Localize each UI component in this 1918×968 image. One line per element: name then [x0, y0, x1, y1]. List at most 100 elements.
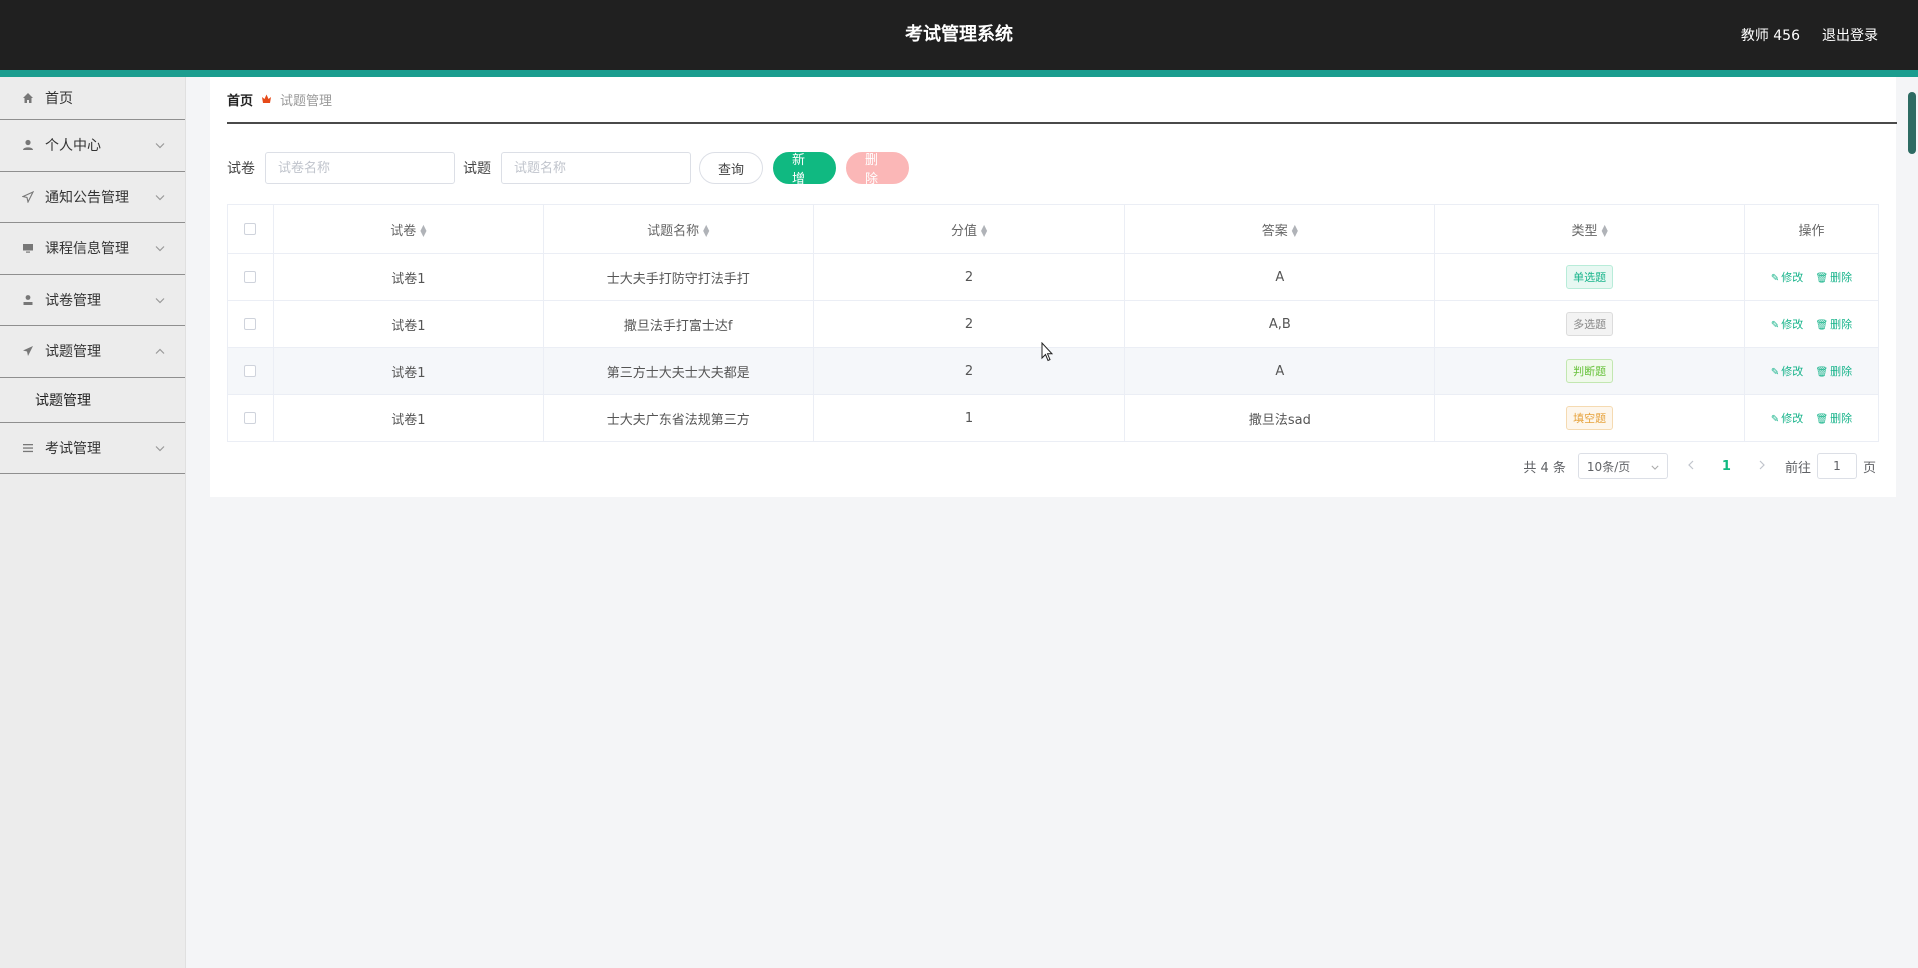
main-card: 首页 试题管理 试卷 试题 查询 新增 删除 试卷▲▼ 试题名称▲▼ 分值▲▼ … — [210, 77, 1897, 497]
top-bar-accent — [0, 70, 1918, 77]
user-area: 教师 456 退出登录 — [1741, 0, 1878, 70]
sidebar-item-home[interactable]: 首页 — [0, 77, 185, 120]
edit-icon: ✎ — [1770, 367, 1780, 378]
column-header-score[interactable]: 分值 ▲ ▼ — [813, 204, 1126, 254]
row-checkbox[interactable] — [244, 271, 257, 283]
chevron-down-icon — [155, 139, 165, 152]
breadcrumb-separator-icon — [261, 93, 272, 107]
cell-score: 1 — [813, 394, 1126, 442]
sidebar-item-label: 试题管理 — [45, 344, 101, 361]
trash-icon: 🗑 — [1815, 273, 1829, 284]
sidebar-item-label: 考试管理 — [45, 440, 101, 457]
table-row: 试卷1 士大夫广东省法规第三方 1 撒旦法sad 填空题 ✎ 修改 🗑 删除 — [227, 394, 1879, 442]
type-tag: 单选题 — [1566, 265, 1614, 289]
chevron-down-icon — [155, 190, 165, 203]
sidebar-subitem-questions[interactable]: 试题管理 — [0, 377, 185, 423]
cell-paper: 试卷1 — [273, 253, 544, 301]
trash-icon: 🗑 — [1815, 414, 1829, 425]
table-row: 试卷1 士大夫手打防守打法手打 2 A 单选题 ✎ 修改 🗑 删除 — [227, 253, 1879, 301]
questions-table: 试卷 ▲ ▼ 试题名称 ▲ ▼ 分值 ▲ ▼ 答案 ▲ ▼ 类型 ▲ ▼ 操作 试卷1 士大夫手打防… — [227, 204, 1879, 442]
sidebar-item-label: 个人中心 — [45, 138, 101, 155]
type-tag: 多选题 — [1566, 312, 1614, 336]
batch-delete-button[interactable]: 删除 — [846, 152, 910, 187]
edit-button[interactable]: ✎ 修改 — [1771, 318, 1803, 331]
cell-answer: A — [1124, 347, 1436, 395]
add-button[interactable]: 新增 — [773, 152, 837, 187]
type-tag: 判断题 — [1566, 359, 1614, 383]
goto-page: 前往 页 — [1785, 453, 1876, 479]
delete-button[interactable]: 🗑 删除 — [1815, 318, 1852, 331]
paper-search-input[interactable] — [265, 152, 455, 184]
edit-icon: ✎ — [1770, 320, 1780, 331]
cell-name: 士大夫手打防守打法手打 — [543, 253, 814, 301]
row-checkbox[interactable] — [244, 412, 257, 424]
pagination: 共 4 条 10条/页 1 前往 页 — [1523, 453, 1876, 479]
sidebar-item-label: 通知公告管理 — [45, 189, 129, 206]
sidebar-item-label: 课程信息管理 — [45, 241, 129, 258]
edit-button[interactable]: ✎ 修改 — [1771, 271, 1803, 284]
total-count: 共 4 条 — [1523, 460, 1566, 476]
sidebar-item-notices[interactable]: 通知公告管理 — [0, 172, 185, 223]
chevron-up-icon — [155, 345, 165, 358]
prev-page-icon[interactable] — [1680, 459, 1702, 473]
row-checkbox[interactable] — [244, 318, 257, 330]
edit-button[interactable]: ✎ 修改 — [1771, 365, 1803, 378]
edit-button[interactable]: ✎ 修改 — [1771, 412, 1803, 425]
breadcrumb-current: 试题管理 — [280, 94, 333, 109]
sort-icon[interactable]: ▲ ▼ — [981, 224, 987, 238]
paper-plane-icon — [20, 345, 36, 357]
select-all-checkbox-cell[interactable] — [227, 204, 274, 254]
user-icon — [20, 139, 36, 151]
column-header-name[interactable]: 试题名称 ▲ ▼ — [543, 204, 814, 254]
chevron-down-icon — [1651, 459, 1659, 473]
paper-label: 试卷 — [227, 161, 255, 177]
monitor-icon — [20, 242, 36, 254]
breadcrumb-home[interactable]: 首页 — [227, 90, 253, 109]
delete-button[interactable]: 🗑 删除 — [1815, 271, 1852, 284]
page-number[interactable]: 1 — [1714, 459, 1739, 474]
sidebar-item-papers[interactable]: 试卷管理 — [0, 275, 185, 326]
cell-answer: 撒旦法sad — [1124, 394, 1436, 442]
sidebar-item-label: 首页 — [45, 91, 73, 107]
cell-answer: A — [1124, 253, 1436, 301]
sort-icon[interactable]: ▲ ▼ — [1602, 224, 1608, 238]
edit-icon: ✎ — [1770, 273, 1780, 284]
column-header-answer[interactable]: 答案 ▲ ▼ — [1124, 204, 1436, 254]
cell-score: 2 — [813, 253, 1126, 301]
column-header-actions: 操作 — [1744, 204, 1879, 254]
sidebar-item-label: 试卷管理 — [45, 292, 101, 309]
vertical-scrollbar[interactable] — [1908, 92, 1916, 154]
question-search-input[interactable] — [501, 152, 691, 184]
cell-name: 第三方士大夫士大夫都是 — [543, 347, 814, 395]
select-all-checkbox[interactable] — [244, 223, 257, 235]
sort-icon[interactable]: ▲ ▼ — [703, 224, 709, 238]
cell-answer: A,B — [1124, 300, 1436, 348]
column-header-type[interactable]: 类型 ▲ ▼ — [1434, 204, 1746, 254]
cell-score: 2 — [813, 347, 1126, 395]
list-icon — [20, 442, 36, 454]
search-row: 试卷 试题 查询 新增 删除 — [227, 151, 919, 187]
home-icon — [20, 92, 36, 104]
column-header-paper[interactable]: 试卷 ▲ ▼ — [273, 204, 544, 254]
table-row: 试卷1 第三方士大夫士大夫都是 2 A 判断题 ✎ 修改 🗑 删除 — [227, 347, 1879, 395]
query-button[interactable]: 查询 — [699, 152, 764, 184]
row-checkbox[interactable] — [244, 365, 257, 377]
table-header-row: 试卷 ▲ ▼ 试题名称 ▲ ▼ 分值 ▲ ▼ 答案 ▲ ▼ 类型 ▲ ▼ 操作 — [227, 204, 1879, 254]
edit-icon: ✎ — [1770, 414, 1780, 425]
sidebar-item-questions[interactable]: 试题管理 — [0, 326, 185, 378]
page-size-select[interactable]: 10条/页 — [1577, 453, 1668, 479]
next-page-icon[interactable] — [1751, 459, 1773, 473]
logout-button[interactable]: 退出登录 — [1822, 25, 1878, 45]
goto-page-input[interactable] — [1816, 453, 1857, 479]
sort-icon[interactable]: ▲ ▼ — [1292, 224, 1298, 238]
cell-paper: 试卷1 — [273, 394, 544, 442]
delete-button[interactable]: 🗑 删除 — [1815, 412, 1852, 425]
sidebar-item-profile[interactable]: 个人中心 — [0, 120, 185, 172]
delete-button[interactable]: 🗑 删除 — [1815, 365, 1852, 378]
cell-score: 2 — [813, 300, 1126, 348]
sort-icon[interactable]: ▲ ▼ — [420, 224, 426, 238]
sidebar-item-courses[interactable]: 课程信息管理 — [0, 223, 185, 275]
sidebar-item-exams[interactable]: 考试管理 — [0, 423, 185, 474]
trash-icon: 🗑 — [1815, 320, 1829, 331]
sidebar: 首页 个人中心 通知公告管理 课程信息管理 试卷管理 试题管理 试题管理 考试管… — [0, 77, 186, 968]
